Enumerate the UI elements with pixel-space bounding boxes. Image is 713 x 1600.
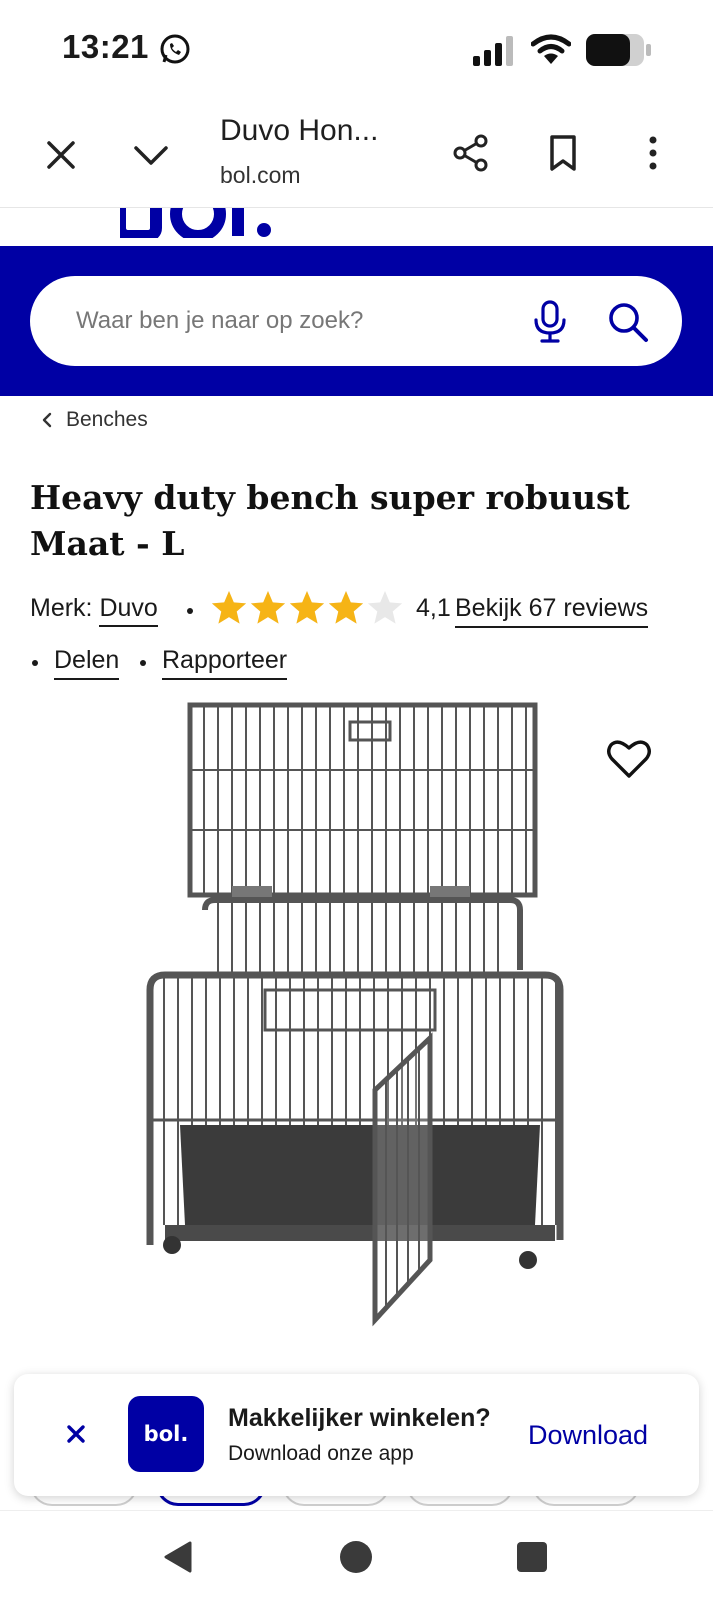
recents-icon[interactable] [516, 1541, 548, 1573]
bookmark-icon[interactable] [542, 132, 584, 174]
signal-icon [473, 36, 513, 66]
mic-icon[interactable] [530, 300, 570, 344]
bol-logo-icon [120, 208, 271, 238]
product-title: Heavy duty bench super robuust Maat - L [30, 478, 630, 563]
back-icon[interactable] [160, 1539, 196, 1575]
star-filled-icon [250, 591, 286, 624]
wifi-icon [531, 34, 571, 64]
status-bar: 13:21 [0, 0, 713, 100]
brand-label: Merk: [30, 594, 93, 622]
page-tab-title[interactable]: Duvo Hon... [220, 114, 378, 148]
close-icon[interactable] [64, 1422, 88, 1446]
system-nav-bar [0, 1510, 713, 1600]
breadcrumb[interactable]: Benches [40, 408, 148, 432]
more-vert-icon[interactable] [632, 132, 674, 174]
star-empty-icon [367, 591, 403, 624]
rating-stars[interactable] [210, 590, 405, 626]
share-link[interactable]: Delen [54, 646, 120, 680]
star-filled-icon [211, 591, 247, 624]
product-meta: Merk: Duvo 4,1 Bekijk 67 reviews [30, 590, 700, 630]
whatsapp-icon [160, 34, 190, 64]
rating-value: 4,1 [416, 594, 451, 622]
page-url[interactable]: bol.com [220, 162, 301, 189]
close-icon[interactable] [40, 134, 82, 176]
star-filled-icon [289, 591, 325, 624]
chevron-down-icon[interactable] [130, 134, 172, 176]
separator-dot [32, 660, 38, 666]
heart-icon[interactable] [606, 738, 652, 780]
chevron-left-icon [42, 412, 52, 428]
breadcrumb-label[interactable]: Benches [66, 408, 148, 432]
search-box[interactable] [30, 276, 682, 366]
status-time: 13:21 [62, 28, 149, 65]
search-header [0, 246, 713, 396]
brand-link[interactable]: Duvo [99, 594, 158, 627]
app-download-banner: bol. Makkelijker winkelen? Download onze… [14, 1374, 699, 1496]
brand: Merk: Duvo [30, 594, 158, 627]
reviews-link[interactable]: Bekijk 67 reviews [455, 594, 649, 628]
banner-title: Makkelijker winkelen? [228, 1404, 491, 1432]
banner-subtitle: Download onze app [228, 1442, 414, 1465]
home-icon[interactable] [338, 1539, 374, 1575]
report-link[interactable]: Rapporteer [162, 646, 288, 680]
browser-toolbar: Duvo Hon... bol.com [0, 100, 713, 208]
product-image[interactable] [140, 700, 580, 1360]
separator-dot [187, 608, 193, 614]
star-filled-icon [328, 591, 364, 624]
share-icon[interactable] [450, 132, 492, 174]
download-button[interactable]: Download [528, 1420, 648, 1451]
separator-dot [140, 660, 146, 666]
battery-icon [586, 34, 651, 66]
bol-app-logo: bol. [128, 1396, 204, 1472]
search-icon[interactable] [606, 300, 650, 344]
logo-peek [0, 208, 713, 246]
search-input[interactable] [76, 300, 506, 342]
